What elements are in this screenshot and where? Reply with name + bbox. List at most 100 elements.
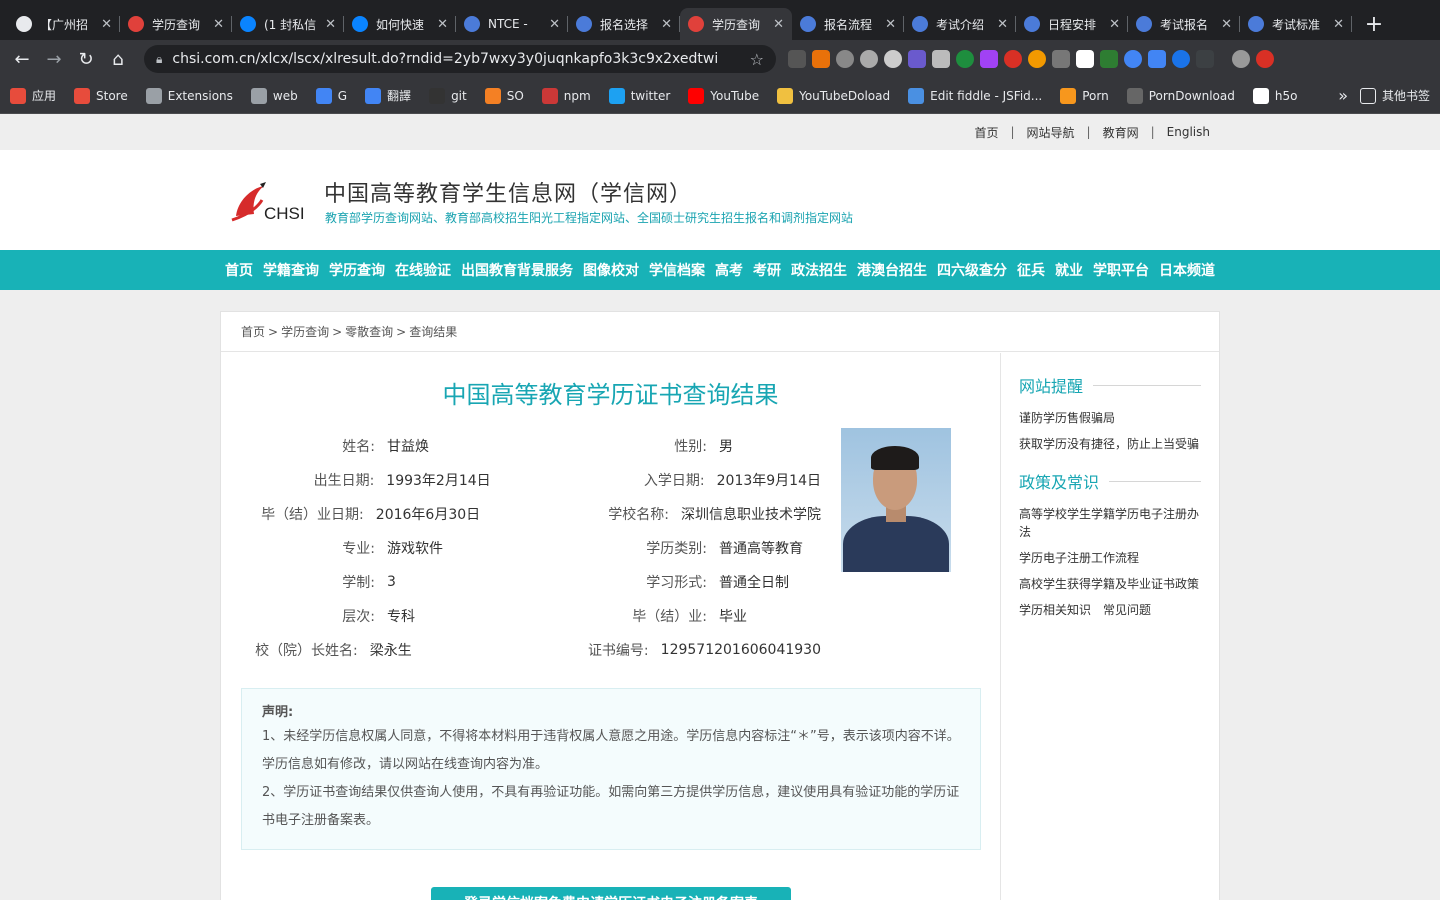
browser-tab[interactable]: 日程安排 ✕ [1016, 8, 1128, 40]
extension-icon[interactable] [1052, 50, 1070, 68]
extension-icon[interactable] [884, 50, 902, 68]
extension-icon[interactable] [1100, 50, 1118, 68]
browser-tab[interactable]: 学历查询 ✕ [680, 8, 792, 40]
bookmarks-overflow-icon[interactable]: » [1338, 86, 1348, 105]
nav-item[interactable]: 港澳台招生 [857, 260, 927, 280]
browser-tab[interactable]: 【广州招 ✕ [8, 8, 120, 40]
home-icon[interactable]: ⌂ [102, 43, 134, 75]
bookmark-item[interactable]: git [429, 87, 467, 104]
nav-item[interactable]: 日本频道 [1159, 260, 1215, 280]
nav-item[interactable]: 征兵 [1017, 260, 1045, 280]
reminder-link[interactable]: 获取学历没有捷径，防止上当受骗 [1019, 437, 1199, 451]
close-tab-icon[interactable]: ✕ [773, 17, 784, 32]
close-tab-icon[interactable]: ✕ [437, 17, 448, 32]
extension-icon[interactable] [1196, 50, 1214, 68]
nav-item[interactable]: 学籍查询 [263, 260, 319, 280]
policy-link[interactable]: 高校学生获得学籍及毕业证书政策 [1019, 577, 1199, 591]
nav-item[interactable]: 学历查询 [329, 260, 385, 280]
nav-item[interactable]: 首页 [225, 260, 253, 280]
top-link[interactable]: 网站导航 [1027, 124, 1075, 141]
browser-tab[interactable]: 考试报名 ✕ [1128, 8, 1240, 40]
extension-icon[interactable] [1076, 50, 1094, 68]
nav-item[interactable]: 出国教育背景服务 [461, 260, 573, 280]
bookmark-item[interactable]: h5o [1252, 87, 1297, 104]
reload-icon[interactable]: ↻ [70, 43, 102, 75]
nav-item[interactable]: 考研 [753, 260, 781, 280]
extension-icon[interactable] [932, 50, 950, 68]
top-link[interactable]: 教育网 [1103, 124, 1139, 141]
bookmark-item[interactable]: G [315, 87, 347, 104]
extension-icon[interactable] [956, 50, 974, 68]
address-bar[interactable]: 🔒︎ chsi.com.cn/xlcx/lscx/xlresult.do?rnd… [144, 45, 776, 73]
extension-icon[interactable] [1004, 50, 1022, 68]
close-tab-icon[interactable]: ✕ [101, 17, 112, 32]
browser-tab[interactable]: NTCE - ✕ [456, 8, 568, 40]
nav-item[interactable]: 在线验证 [395, 260, 451, 280]
close-tab-icon[interactable]: ✕ [997, 17, 1008, 32]
browser-tab[interactable]: 学历查询 ✕ [120, 8, 232, 40]
extension-icon[interactable] [788, 50, 806, 68]
extension-icon[interactable] [1124, 50, 1142, 68]
nav-item[interactable]: 高考 [715, 260, 743, 280]
extension-icon[interactable] [836, 50, 854, 68]
bookmark-item[interactable]: Extensions [145, 87, 233, 104]
nav-item[interactable]: 就业 [1055, 260, 1083, 280]
browser-tab[interactable]: 报名选择 ✕ [568, 8, 680, 40]
bookmark-item[interactable]: 应用 [10, 87, 56, 104]
policy-link[interactable]: 学历相关知识 [1019, 603, 1091, 617]
extension-icon[interactable] [1028, 50, 1046, 68]
close-tab-icon[interactable]: ✕ [1333, 17, 1344, 32]
bookmark-item[interactable]: web [250, 87, 298, 104]
browser-tab[interactable]: 考试介绍 ✕ [904, 8, 1016, 40]
bookmark-item[interactable]: SO [484, 87, 524, 104]
nav-item[interactable]: 学职平台 [1093, 260, 1149, 280]
breadcrumb-item[interactable]: 学历查询 [281, 323, 329, 340]
bookmark-item[interactable]: twitter [608, 87, 670, 104]
close-tab-icon[interactable]: ✕ [1109, 17, 1120, 32]
back-icon[interactable]: ← [6, 43, 38, 75]
chsi-logo[interactable]: CHSI [230, 180, 310, 226]
top-link[interactable]: 首页 [974, 124, 998, 141]
policy-link[interactable]: 高等学校学生学籍学历电子注册办法 [1019, 507, 1199, 539]
browser-tab[interactable]: 考试标准 ✕ [1240, 8, 1352, 40]
nav-item[interactable]: 四六级查分 [937, 260, 1007, 280]
close-tab-icon[interactable]: ✕ [661, 17, 672, 32]
bookmark-item[interactable]: PornDownload [1126, 87, 1235, 104]
bookmark-item[interactable]: Porn [1060, 87, 1109, 104]
extension-icon[interactable] [980, 50, 998, 68]
close-tab-icon[interactable]: ✕ [549, 17, 560, 32]
close-tab-icon[interactable]: ✕ [325, 17, 336, 32]
close-tab-icon[interactable]: ✕ [885, 17, 896, 32]
other-bookmarks-folder[interactable]: 其他书签 [1359, 87, 1430, 104]
forward-icon[interactable]: → [38, 43, 70, 75]
browser-tab[interactable]: 报名流程 ✕ [792, 8, 904, 40]
top-link[interactable]: English [1167, 125, 1210, 139]
bookmark-item[interactable]: Edit fiddle - JSFid... [908, 87, 1042, 104]
nav-item[interactable]: 学信档案 [649, 260, 705, 280]
breadcrumb-item[interactable]: 首页 [241, 323, 265, 340]
breadcrumb-item[interactable]: 零散查询 [345, 323, 393, 340]
bookmark-star-icon[interactable]: ☆ [750, 50, 764, 69]
extension-icon[interactable] [1148, 50, 1166, 68]
nav-item[interactable]: 政法招生 [791, 260, 847, 280]
url-text[interactable]: chsi.com.cn/xlcx/lscx/xlresult.do?rndid=… [172, 51, 718, 67]
update-icon[interactable] [1256, 50, 1274, 68]
apply-report-button[interactable]: 登录学信档案免费申请学历证书电子注册备案表 [431, 887, 791, 900]
bookmark-item[interactable]: YouTube [688, 87, 759, 104]
bookmark-item[interactable]: npm [541, 87, 591, 104]
close-tab-icon[interactable]: ✕ [213, 17, 224, 32]
profile-avatar[interactable] [1232, 50, 1250, 68]
new-tab-icon[interactable]: + [1358, 8, 1390, 40]
close-tab-icon[interactable]: ✕ [1221, 17, 1232, 32]
extension-icon[interactable] [812, 50, 830, 68]
reminder-link[interactable]: 谨防学历售假骗局 [1019, 411, 1115, 425]
bookmark-item[interactable]: 翻譯 [365, 87, 411, 104]
extension-icon[interactable] [908, 50, 926, 68]
extension-icon[interactable] [860, 50, 878, 68]
policy-link[interactable]: 学历电子注册工作流程 [1019, 551, 1139, 565]
bookmark-item[interactable]: YouTubeDoload [777, 87, 890, 104]
bookmark-item[interactable]: Store [74, 87, 128, 104]
extension-icon[interactable] [1172, 50, 1190, 68]
policy-link[interactable]: 常见问题 [1103, 603, 1151, 617]
nav-item[interactable]: 图像校对 [583, 260, 639, 280]
